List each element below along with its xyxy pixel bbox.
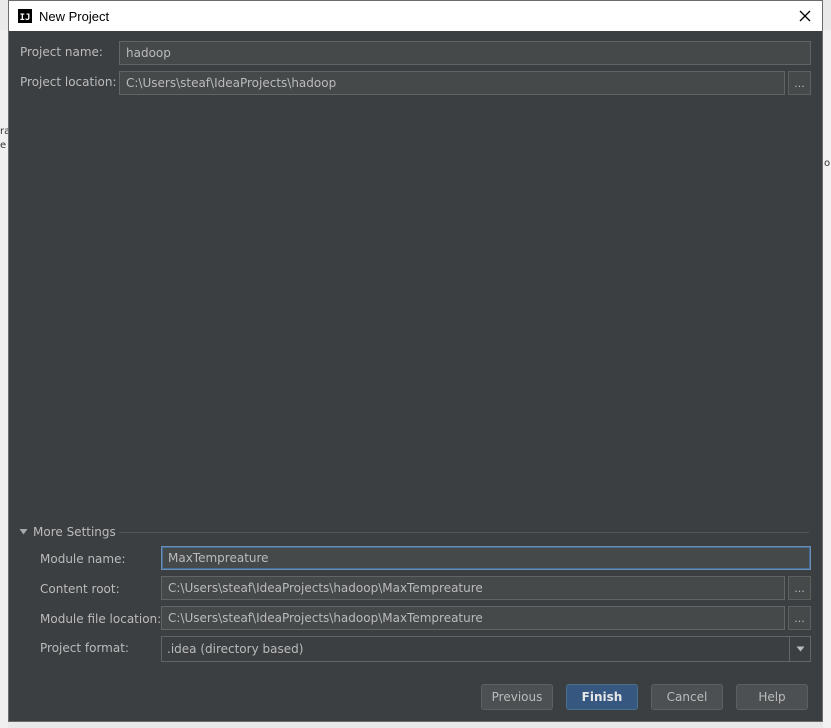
title-bar[interactable]: IJ New Project — [9, 1, 822, 31]
dropdown-arrow[interactable] — [789, 637, 810, 661]
module-name-input[interactable]: MaxTempreature — [161, 546, 811, 570]
module-name-label: Module name: — [40, 552, 126, 566]
project-location-browse-button[interactable]: ... — [788, 71, 811, 95]
background-text: o — [824, 158, 831, 169]
project-location-input[interactable]: C:\Users\steaf\IdeaProjects\hadoop — [119, 71, 785, 95]
more-settings-label: More Settings — [33, 525, 116, 539]
module-file-location-label: Module file location: — [40, 612, 162, 626]
window-title: New Project — [39, 8, 110, 24]
content-root-browse-button[interactable]: ... — [788, 576, 811, 600]
separator-line — [119, 532, 809, 533]
content-root-input[interactable]: C:\Users\steaf\IdeaProjects\hadoop\MaxTe… — [161, 576, 785, 600]
more-settings-toggle[interactable]: More Settings — [19, 525, 116, 539]
module-file-location-browse-button[interactable]: ... — [788, 606, 811, 630]
project-location-label: Project location: — [20, 75, 117, 89]
project-format-value: .idea (directory based) — [167, 642, 304, 656]
cancel-button[interactable]: Cancel — [651, 684, 723, 710]
finish-button[interactable]: Finish — [566, 684, 638, 710]
module-file-location-input[interactable]: C:\Users\steaf\IdeaProjects\hadoop\MaxTe… — [161, 606, 785, 630]
background-text: e — [0, 140, 7, 151]
project-format-select[interactable]: .idea (directory based) — [161, 636, 811, 662]
background-ide-left: ra e — [0, 30, 10, 728]
project-format-label: Project format: — [40, 641, 129, 655]
help-button[interactable]: Help — [736, 684, 808, 710]
chevron-down-icon — [796, 646, 804, 652]
new-project-dialog: IJ New Project Project name: hadoop Proj… — [8, 0, 823, 722]
content-root-label: Content root: — [40, 582, 120, 596]
triangle-down-icon — [19, 529, 28, 535]
close-icon — [799, 10, 811, 22]
project-name-label: Project name: — [20, 45, 103, 59]
close-button[interactable] — [794, 5, 816, 27]
intellij-icon: IJ — [18, 9, 32, 23]
previous-button[interactable]: Previous — [481, 684, 553, 710]
project-name-input[interactable]: hadoop — [119, 41, 811, 65]
background-ide-right: o — [823, 30, 831, 728]
